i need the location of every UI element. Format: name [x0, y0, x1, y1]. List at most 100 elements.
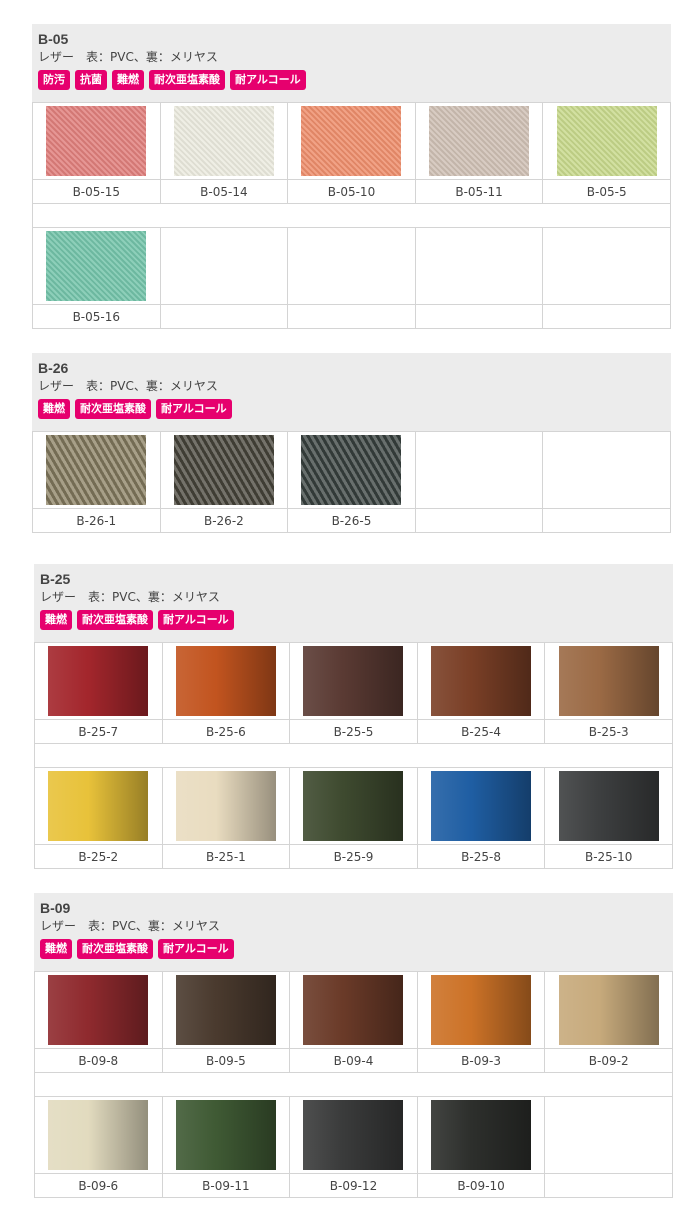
material-swatch[interactable] — [303, 646, 404, 716]
section-header: B-05 レザー 表：PVC、裏：メリヤス 防汚 抗菌 難燃 耐次亜塩素酸 耐アルコール — [32, 24, 671, 102]
swatch-row — [34, 971, 673, 1049]
swatch-code: B-09-3 — [461, 1053, 501, 1068]
feature-badge: 難燃 — [40, 610, 72, 630]
swatch-cell — [416, 767, 546, 845]
swatch-code: B-26-2 — [203, 513, 244, 528]
swatch-cell — [34, 767, 163, 845]
swatch-code: B-25-10 — [584, 849, 633, 864]
swatch-code: B-09-6 — [78, 1178, 119, 1193]
spacer-cell — [32, 203, 671, 228]
swatch-code: B-25-5 — [333, 724, 374, 739]
section-description: レザー 表：PVC、裏：メリヤス — [38, 379, 218, 393]
section-description: レザー 表：PVC、裏：メリヤス — [40, 590, 220, 604]
swatch-grid: B-09-8 B-09-5 B-09-4 B-09-3 B-09-2 B-09-6 B-09… — [34, 971, 673, 1198]
swatch-label-cell: B-25-9 — [289, 844, 418, 869]
material-swatch[interactable] — [429, 106, 530, 176]
material-swatch[interactable] — [175, 1100, 276, 1170]
section-header: B-26 レザー 表：PVC、裏：メリヤス 難燃 耐次亜塩素酸 耐アルコール — [32, 353, 671, 431]
material-swatch[interactable] — [173, 106, 274, 176]
swatch-label-cell: B-09-4 — [289, 1048, 418, 1073]
swatch-cell — [289, 642, 418, 720]
material-swatch[interactable] — [558, 646, 659, 716]
swatch-label-cell: B-05-15 — [32, 179, 161, 204]
swatch-cell — [544, 971, 673, 1049]
swatch-grid: B-26-1 B-26-2 B-26-5 — [32, 431, 671, 533]
empty-label-cell — [544, 1173, 673, 1198]
swatch-code: B-25-9 — [333, 849, 374, 864]
section-description: レザー 表：PVC、裏：メリヤス — [38, 50, 218, 64]
product-catalog: B-05 レザー 表：PVC、裏：メリヤス 防汚 抗菌 難燃 耐次亜塩素酸 耐アルコール B-… — [0, 0, 700, 1208]
material-swatch[interactable] — [303, 1100, 404, 1170]
swatch-code: B-09-12 — [329, 1178, 378, 1193]
swatch-cell — [289, 971, 418, 1049]
material-swatch[interactable] — [558, 975, 659, 1045]
feature-badge: 耐アルコール — [158, 939, 234, 959]
material-swatch[interactable] — [175, 771, 276, 841]
material-swatch[interactable] — [46, 106, 147, 176]
swatch-cell — [159, 102, 289, 180]
label-row: B-25-2 B-25-1 B-25-9 B-25-8 B-25-10 — [34, 844, 673, 869]
swatch-label-cell: B-25-7 — [34, 719, 163, 744]
empty-cell — [414, 227, 544, 305]
feature-badge: 耐アルコール — [158, 610, 234, 630]
material-swatch[interactable] — [175, 646, 276, 716]
material-swatch[interactable] — [431, 1100, 532, 1170]
swatch-label-cell: B-25-10 — [544, 844, 673, 869]
swatch-cell — [32, 227, 161, 305]
material-swatch[interactable] — [431, 646, 532, 716]
swatch-code: B-05-14 — [200, 184, 248, 199]
swatch-row — [34, 1096, 673, 1174]
material-swatch[interactable] — [48, 1100, 149, 1170]
swatch-code: B-25-6 — [205, 724, 246, 739]
swatch-code: B-09-11 — [202, 1178, 250, 1193]
material-swatch[interactable] — [558, 771, 659, 841]
swatch-code: B-05-15 — [72, 184, 121, 199]
empty-label-cell — [287, 304, 416, 329]
section-title: B-09 — [40, 900, 71, 916]
material-swatch[interactable] — [46, 231, 147, 301]
label-row: B-09-8 B-09-5 B-09-4 B-09-3 B-09-2 — [34, 1048, 673, 1073]
material-swatch[interactable] — [175, 975, 276, 1045]
material-swatch[interactable] — [46, 435, 147, 505]
empty-cell — [544, 1096, 673, 1174]
swatch-label-cell: B-05-16 — [32, 304, 161, 329]
swatch-cell — [32, 102, 161, 180]
material-swatch[interactable] — [301, 106, 402, 176]
swatch-code: B-05-10 — [327, 184, 376, 199]
section-description: レザー 表：PVC、裏：メリヤス — [40, 919, 220, 933]
swatch-cell — [161, 1096, 291, 1174]
swatch-code: B-25-8 — [461, 849, 501, 864]
label-row: B-09-6 B-09-11 B-09-12 B-09-10 — [34, 1173, 673, 1198]
material-swatch[interactable] — [431, 771, 532, 841]
material-swatch[interactable] — [556, 106, 657, 176]
material-swatch[interactable] — [48, 771, 149, 841]
swatch-label-cell: B-09-3 — [416, 1048, 546, 1073]
material-swatch[interactable] — [301, 435, 402, 505]
swatch-code: B-25-1 — [205, 849, 246, 864]
section-title: B-26 — [38, 360, 69, 376]
swatch-cell — [542, 102, 671, 180]
material-swatch[interactable] — [173, 435, 274, 505]
swatch-code: B-05-5 — [586, 184, 627, 199]
material-swatch[interactable] — [303, 771, 404, 841]
empty-label-cell — [542, 304, 671, 329]
swatch-label-cell: B-09-10 — [416, 1173, 546, 1198]
section-header: B-25 レザー 表：PVC、裏：メリヤス 難燃 耐次亜塩素酸 耐アルコール — [34, 564, 673, 642]
material-swatch[interactable] — [48, 975, 149, 1045]
swatch-cell — [544, 767, 673, 845]
swatch-label-cell: B-26-5 — [287, 508, 416, 533]
material-swatch[interactable] — [431, 975, 532, 1045]
feature-badge: 難燃 — [112, 70, 144, 90]
swatch-cell — [544, 642, 673, 720]
swatch-label-cell: B-09-12 — [289, 1173, 418, 1198]
material-swatch[interactable] — [48, 646, 149, 716]
swatch-code: B-09-4 — [333, 1053, 374, 1068]
section-b09: B-09 レザー 表：PVC、裏：メリヤス 難燃 耐次亜塩素酸 耐アルコール B-09-8… — [34, 893, 673, 1198]
swatch-cell — [289, 767, 418, 845]
section-title: B-05 — [38, 31, 69, 47]
feature-badge: 耐次亜塩素酸 — [149, 70, 225, 90]
label-row: B-05-15 B-05-14 B-05-10 B-05-11 B-05-5 — [32, 179, 671, 204]
section-title: B-25 — [40, 571, 71, 587]
material-swatch[interactable] — [303, 975, 404, 1045]
swatch-code: B-09-10 — [457, 1178, 505, 1193]
